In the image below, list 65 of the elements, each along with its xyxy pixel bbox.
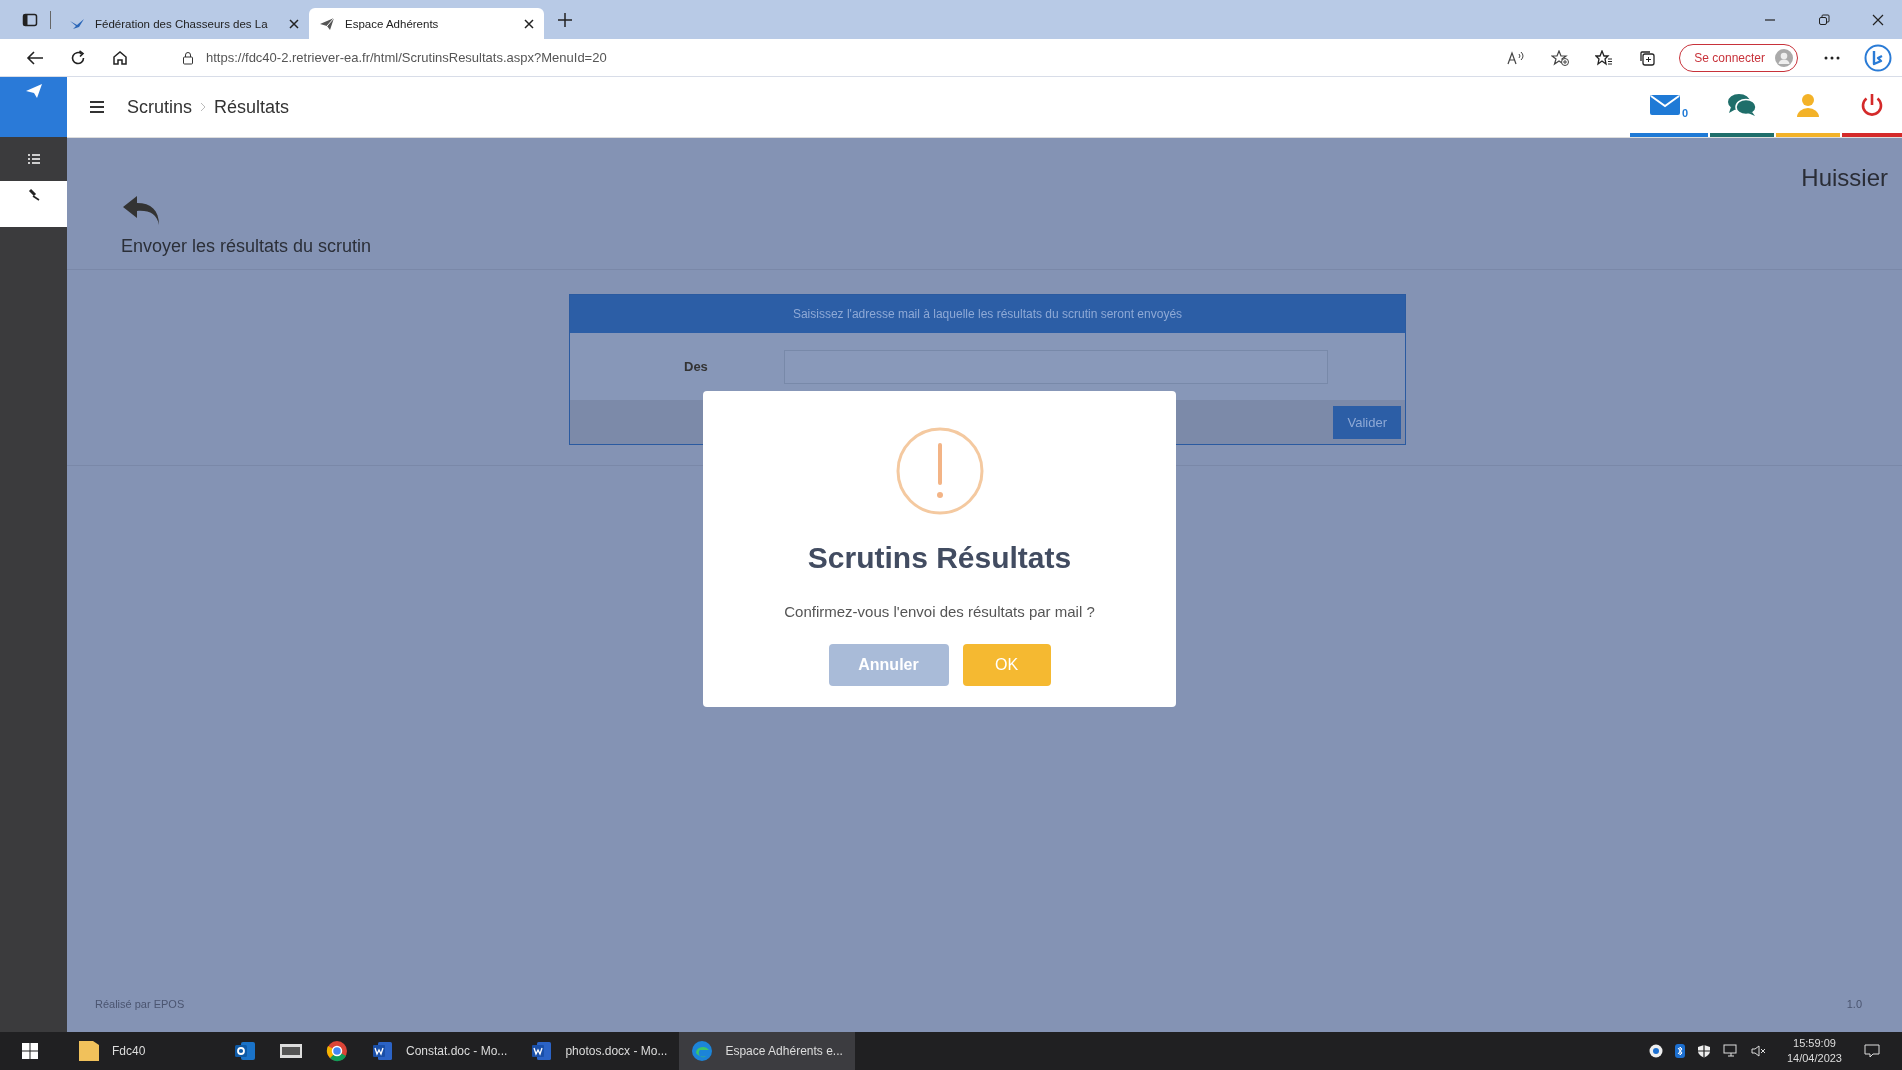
chat-icon bbox=[1727, 93, 1757, 117]
close-icon[interactable] bbox=[289, 18, 299, 29]
browser-tab[interactable]: Espace Adhérents bbox=[309, 8, 544, 39]
credit-text: Réalisé par EPOS bbox=[95, 998, 185, 1010]
field-label: Des bbox=[684, 359, 709, 374]
new-tab-icon[interactable] bbox=[558, 12, 572, 27]
document-app-icon bbox=[372, 1040, 394, 1062]
favorites-icon[interactable] bbox=[1595, 49, 1614, 66]
collections-icon[interactable] bbox=[1639, 49, 1656, 66]
bluetooth-icon[interactable] bbox=[1674, 1044, 1685, 1058]
browser-tab[interactable]: Fédération des Chasseurs des La bbox=[59, 8, 309, 39]
more-icon[interactable] bbox=[1824, 55, 1840, 60]
read-aloud-icon[interactable] bbox=[1507, 49, 1526, 66]
avatar-icon bbox=[1775, 48, 1793, 67]
user-icon bbox=[1796, 93, 1820, 117]
role-label: Huissier bbox=[1801, 164, 1888, 192]
mail-count: 0 bbox=[1681, 107, 1689, 119]
power-icon bbox=[1860, 93, 1884, 117]
breadcrumb-item[interactable]: Scrutins bbox=[127, 96, 193, 118]
list-icon bbox=[26, 153, 41, 165]
back-arrow-icon[interactable] bbox=[121, 194, 161, 226]
paper-plane-icon bbox=[24, 83, 43, 99]
taskbar-item[interactable]: Fdc40 bbox=[66, 1032, 222, 1070]
close-icon[interactable] bbox=[524, 18, 534, 29]
breadcrumb-item[interactable]: Résultats bbox=[214, 96, 290, 118]
tab-actions-icon[interactable] bbox=[22, 11, 38, 28]
envelope-icon bbox=[1649, 95, 1680, 115]
browser-icon bbox=[326, 1040, 348, 1062]
url-field[interactable]: https://fdc40-2.retriever-ea.fr/html/ScrutinsResultats.aspx?MenuId=20 bbox=[206, 50, 607, 65]
page-title: Envoyer les résultats du scrutin bbox=[121, 236, 373, 257]
version-text: 1.0 bbox=[1846, 998, 1862, 1010]
browser-icon bbox=[691, 1040, 714, 1062]
start-icon[interactable] bbox=[22, 1043, 38, 1059]
tab-title: Espace Adhérents bbox=[345, 17, 440, 30]
taskbar-item[interactable]: Constat.doc - Mo... bbox=[360, 1032, 520, 1070]
menu-icon[interactable] bbox=[89, 100, 105, 114]
dialog-title: Scrutins Résultats bbox=[807, 541, 1072, 575]
mail-app-icon bbox=[234, 1040, 256, 1062]
taskbar-item[interactable]: photos.docx - Mo... bbox=[519, 1032, 680, 1070]
chat-assistant-icon[interactable] bbox=[1864, 43, 1892, 72]
add-favorite-icon[interactable] bbox=[1551, 49, 1570, 66]
notifications-icon[interactable] bbox=[1864, 1044, 1880, 1058]
tab-title: Fédération des Chasseurs des La bbox=[95, 17, 269, 30]
speaker-muted-icon[interactable] bbox=[1750, 1044, 1767, 1058]
refresh-icon[interactable] bbox=[70, 49, 86, 66]
home-icon[interactable] bbox=[112, 49, 128, 66]
chevron-icon bbox=[200, 102, 207, 112]
network-status-icon[interactable] bbox=[1648, 1044, 1663, 1058]
dialog-message: Confirmez-vous l'envoi des résultats par mail ? bbox=[784, 603, 1095, 620]
back-icon[interactable] bbox=[26, 49, 44, 66]
restore-icon[interactable] bbox=[1818, 13, 1830, 26]
clock-date[interactable]: 14/04/2023 bbox=[1786, 1051, 1842, 1066]
monitor-icon[interactable] bbox=[1722, 1044, 1739, 1058]
paper-plane-icon bbox=[319, 15, 335, 32]
document-app-icon bbox=[531, 1040, 554, 1062]
gavel-icon bbox=[26, 187, 41, 201]
folder-icon bbox=[78, 1040, 100, 1062]
close-icon[interactable] bbox=[1872, 13, 1884, 26]
warning-icon bbox=[895, 427, 984, 515]
form-header: Saisissez l'adresse mail à laquelle les résultats du scrutin seront envoyés bbox=[570, 295, 1405, 333]
sign-in-button[interactable]: Se connecter bbox=[1679, 43, 1798, 72]
clock-time[interactable]: 15:59:09 bbox=[1793, 1036, 1836, 1051]
shield-icon[interactable] bbox=[1696, 1044, 1711, 1058]
lock-icon bbox=[182, 50, 194, 65]
taskbar-item[interactable]: Espace Adhérents e... bbox=[679, 1032, 855, 1070]
